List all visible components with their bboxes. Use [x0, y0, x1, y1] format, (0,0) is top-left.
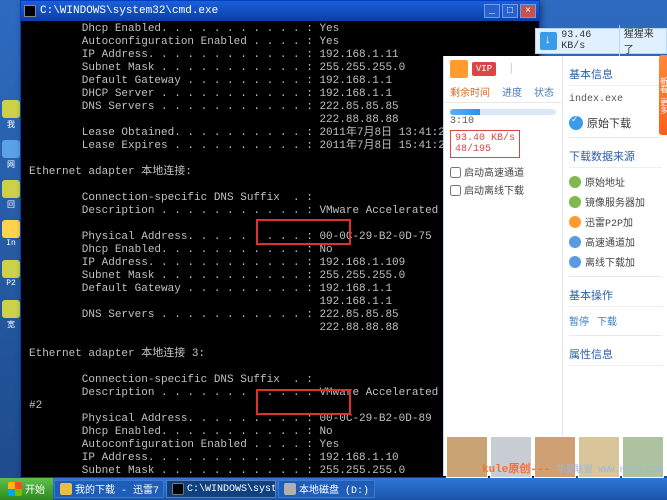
vip-badge[interactable]: VIP — [472, 62, 496, 76]
section-sources: 下载数据来源 — [569, 142, 662, 168]
source-highspeed[interactable]: 高速通道加 — [569, 232, 662, 252]
taskbar-item-disk[interactable]: 本地磁盘 (D:) — [278, 480, 375, 498]
progress-bar — [450, 109, 556, 115]
taskbar-item-cmd[interactable]: C:\WINDOWS\system32... — [166, 480, 276, 498]
file-name: index.exe — [569, 90, 662, 109]
source-original[interactable]: 原始地址 — [569, 172, 662, 192]
desktop-icon[interactable]: 网 — [2, 140, 20, 174]
section-basic-info: 基本信息 — [569, 60, 662, 86]
top-speed: 93.46 KB/s — [561, 30, 618, 52]
desktop-icon[interactable]: In — [2, 220, 20, 254]
minimize-button[interactable]: _ — [484, 4, 500, 18]
start-button[interactable]: 开始 — [0, 478, 53, 500]
download-speed-strip: 93.46 KB/s 猩猩来了 — [535, 28, 667, 54]
chunk-count: 48/195 — [455, 144, 515, 155]
desktop-icon[interactable]: 宽 — [2, 300, 20, 334]
taskbar: 开始 我的下载 - 迅雷7 C:\WINDOWS\system32... 本地磁… — [0, 478, 667, 500]
play-icon[interactable] — [450, 60, 468, 78]
divider-icon: | — [508, 63, 515, 75]
top-label: 猩猩来了 — [619, 25, 666, 57]
speed-count-box: 93.40 KB/s 48/195 — [450, 130, 520, 158]
opt-highspeed[interactable]: 启动高速通道 — [450, 164, 556, 180]
cmd-icon — [24, 5, 36, 17]
taskbar-item-xunlei[interactable]: 我的下载 - 迅雷7 — [54, 480, 164, 498]
source-p2p[interactable]: 迅雷P2P加 — [569, 212, 662, 232]
download-header: VIP | — [444, 56, 562, 80]
cmd-titlebar[interactable]: C:\WINDOWS\system32\cmd.exe _ □ × — [21, 1, 539, 21]
tab-time[interactable]: 剩余时间 — [444, 82, 496, 102]
side-promo-tab[interactable]: 新看 更多 — [659, 55, 667, 135]
source-mirror[interactable]: 镜像服务器加 — [569, 192, 662, 212]
current-speed: 93.40 KB/s — [455, 133, 515, 144]
tab-progress[interactable]: 进度 — [496, 82, 528, 102]
checkbox-highspeed[interactable] — [450, 167, 461, 178]
download-arrow-icon — [540, 32, 557, 50]
toggle-original-download[interactable]: 原始下载 — [569, 115, 662, 131]
cmd-title: C:\WINDOWS\system32\cmd.exe — [40, 5, 482, 17]
maximize-button[interactable]: □ — [502, 4, 518, 18]
toggle-switch-icon[interactable] — [569, 116, 583, 130]
windows-logo-icon — [8, 482, 22, 496]
tab-status[interactable]: 状态 — [528, 82, 560, 102]
download-panel: VIP | 剩余时间 进度 状态 3:10 93.40 KB/s 48/195 … — [443, 56, 667, 476]
download-tabs: 剩余时间 进度 状态 — [444, 82, 562, 103]
desktop-icon[interactable]: P2 — [2, 260, 20, 294]
close-button[interactable]: × — [520, 4, 536, 18]
time-remaining: 3:10 — [450, 116, 474, 127]
op-pause[interactable]: 暂停 — [569, 313, 589, 329]
section-ops: 基本操作 — [569, 281, 662, 307]
source-offline[interactable]: 离线下载加 — [569, 252, 662, 272]
watermark: kule原创--- 华夏联盟 WWW.HX95.COM — [482, 460, 663, 476]
desktop-icon[interactable]: 回 — [2, 180, 20, 214]
opt-offline[interactable]: 启动离线下载 — [450, 182, 556, 198]
desktop-icon[interactable]: 我 — [2, 100, 20, 134]
op-download[interactable]: 下载 — [597, 313, 617, 329]
section-props: 属性信息 — [569, 340, 662, 366]
checkbox-offline[interactable] — [450, 185, 461, 196]
